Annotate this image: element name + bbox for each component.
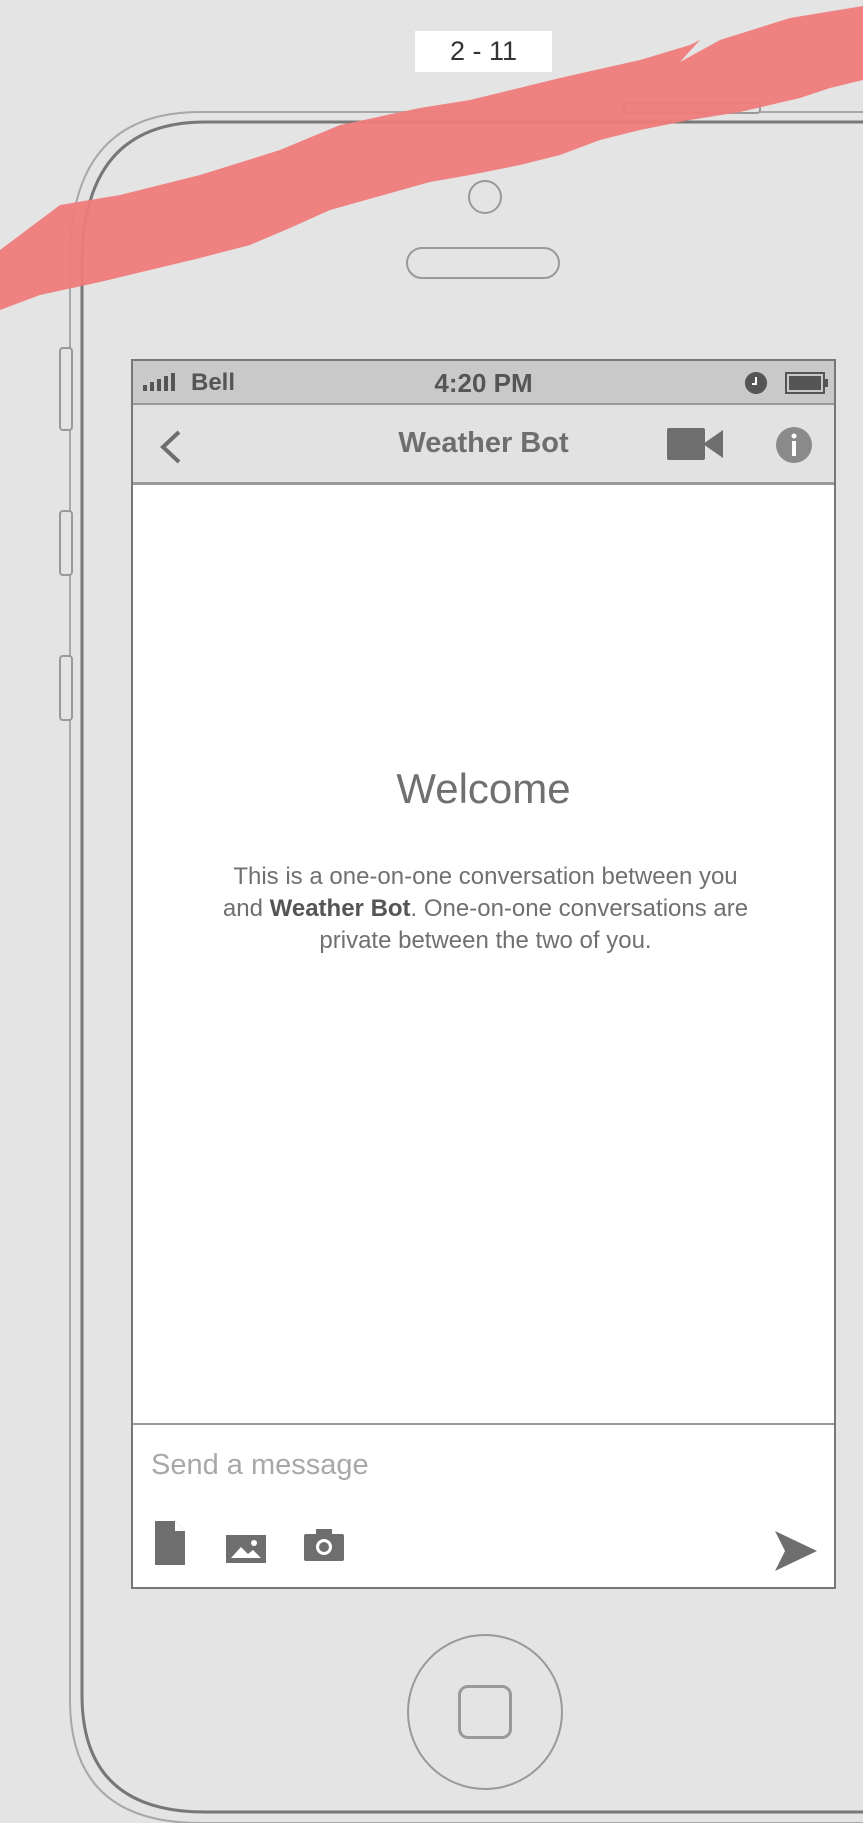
nav-bar: Weather Bot: [133, 405, 834, 485]
welcome-title: Welcome: [396, 765, 571, 812]
camera-icon[interactable]: [304, 1529, 344, 1561]
send-icon[interactable]: [773, 1529, 817, 1573]
side-button-mute: [59, 347, 73, 431]
page-label: 2 - 11: [415, 31, 552, 72]
video-camera-icon[interactable]: [667, 428, 723, 460]
welcome-bot-name: Weather Bot: [269, 895, 411, 922]
earpiece-speaker: [406, 247, 560, 279]
side-button-volume-up: [59, 510, 73, 576]
status-bar: Bell 4:20 PM: [133, 361, 834, 405]
front-camera: [468, 180, 502, 214]
status-time: 4:20 PM: [434, 368, 533, 398]
battery-icon: [785, 372, 828, 394]
file-icon[interactable]: [155, 1521, 185, 1565]
home-button[interactable]: [407, 1634, 563, 1790]
image-icon[interactable]: [226, 1535, 266, 1563]
side-button-volume-down: [59, 655, 73, 721]
welcome-message: This is a one-on-one conversation betwee…: [213, 861, 758, 957]
alarm-clock-icon: [745, 372, 767, 394]
chat-title: Weather Bot: [398, 427, 569, 459]
message-input[interactable]: [151, 1443, 801, 1487]
message-composer: [133, 1423, 834, 1587]
home-button-square-icon: [458, 1685, 512, 1739]
phone-screen: Bell 4:20 PM Weather Bot Welcome This is…: [131, 359, 836, 1589]
info-icon[interactable]: [776, 427, 812, 463]
